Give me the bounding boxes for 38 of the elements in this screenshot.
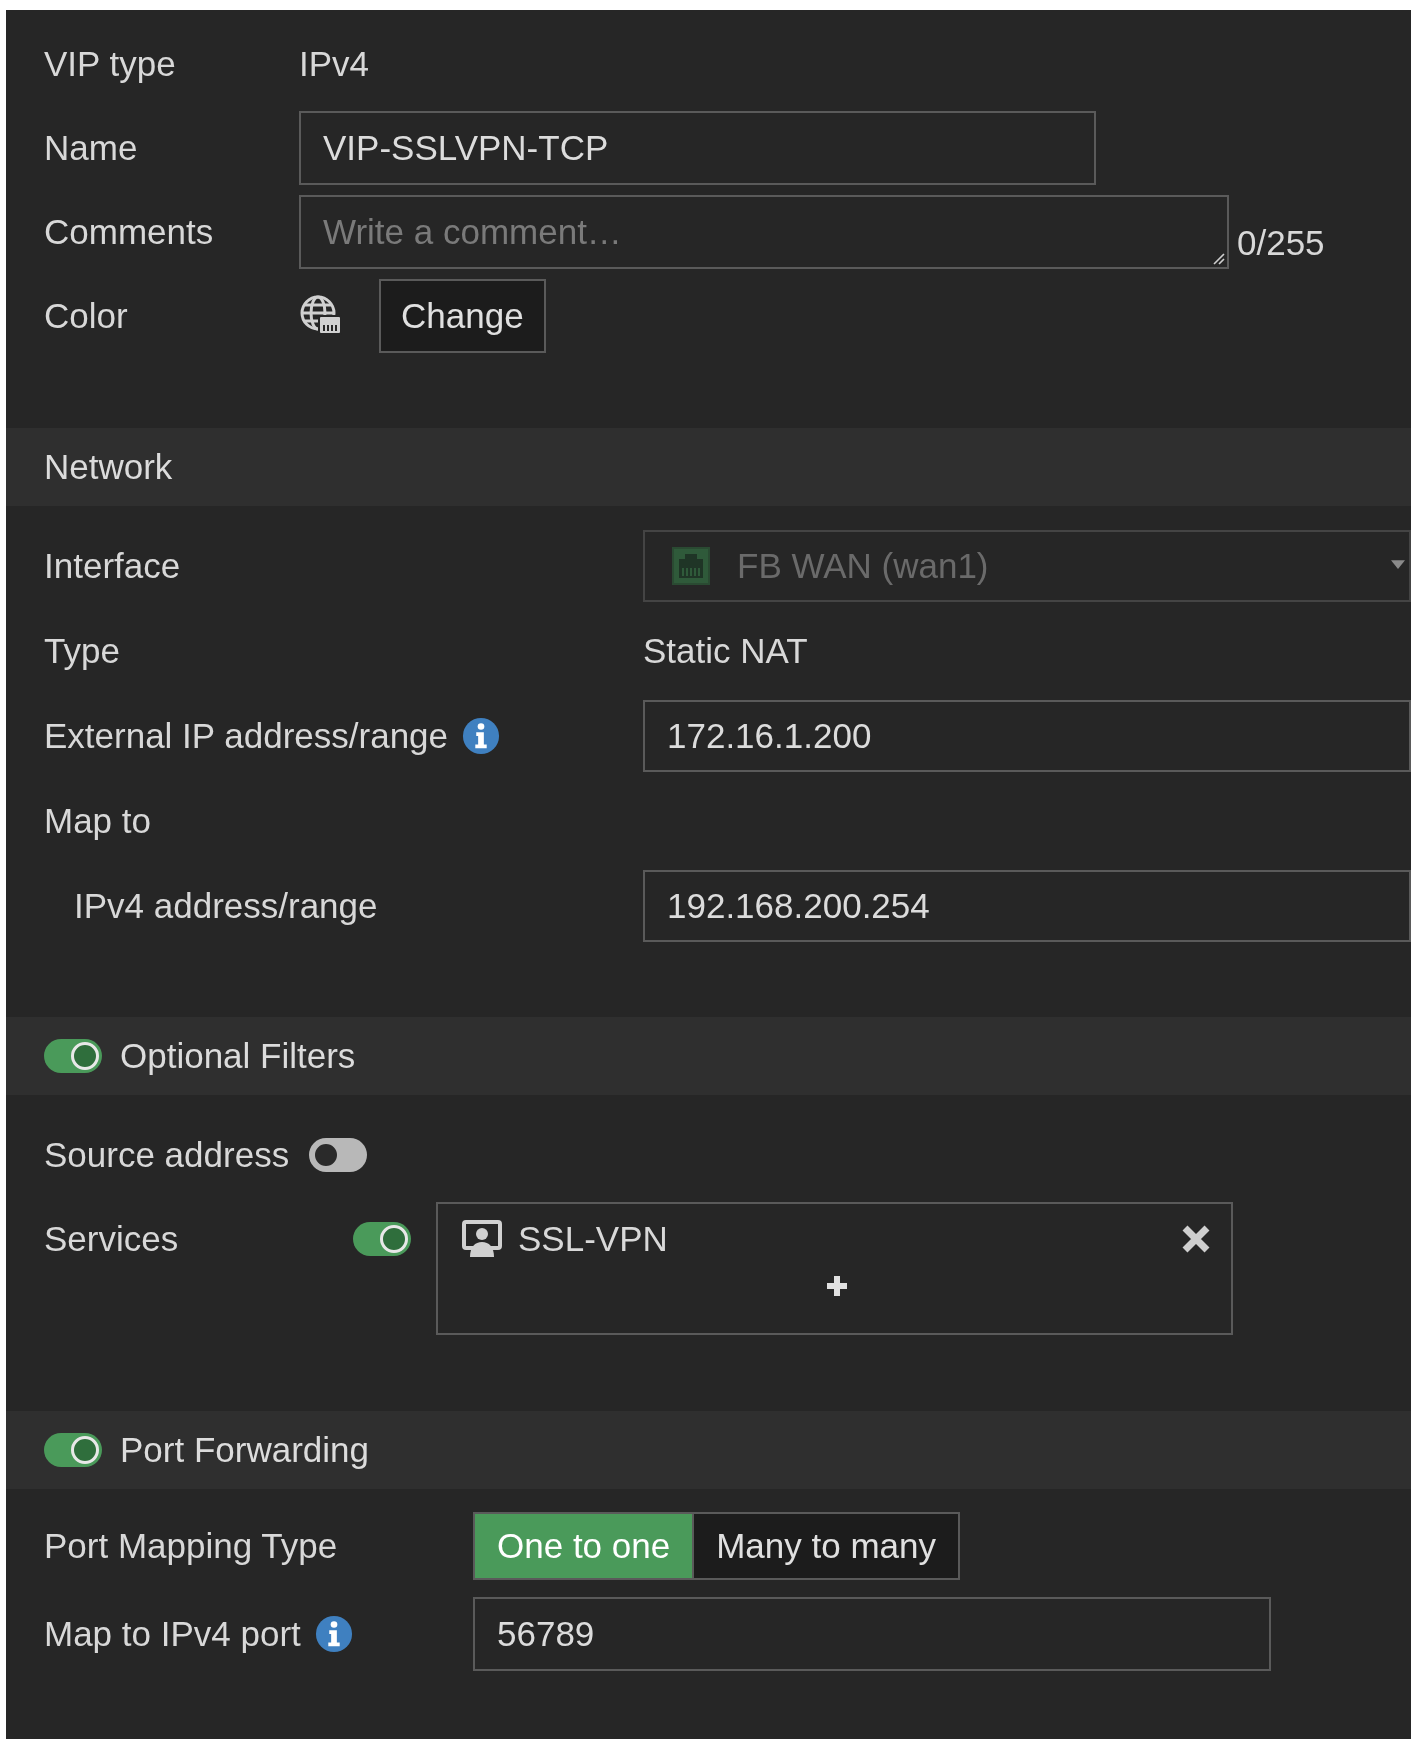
toggle-switch[interactable] — [309, 1138, 368, 1172]
character-counter: 0/255 — [1237, 221, 1325, 264]
resize-handle-icon[interactable] — [1211, 251, 1225, 265]
field-label: Color — [44, 294, 129, 337]
field-label: Port Mapping Type — [44, 1524, 339, 1567]
field-label: VIP type — [44, 42, 177, 85]
field-label: Comments — [44, 210, 215, 253]
field-label: Services — [44, 1217, 180, 1260]
close-icon[interactable] — [1181, 1224, 1211, 1254]
field-value: Static NAT — [643, 629, 808, 672]
port-field[interactable]: 56789 — [473, 1597, 1271, 1671]
field-label: Type — [44, 629, 121, 672]
comment-field[interactable]: Write a comment… — [299, 195, 1229, 269]
segment-button[interactable]: Many to many — [692, 1514, 958, 1578]
ipv4-range-field[interactable]: 192.168.200.254 — [643, 870, 1411, 942]
field-label: External IP address/range — [44, 714, 449, 757]
section-title: Optional Filters — [120, 1034, 356, 1077]
external-ip-field[interactable]: 172.16.1.200 — [643, 700, 1411, 772]
monitor-user-icon — [462, 1219, 502, 1259]
field-label: Name — [44, 126, 139, 169]
field-label: Source address — [44, 1133, 290, 1176]
toggle-switch[interactable] — [44, 1433, 102, 1467]
section-title: Network — [44, 445, 173, 488]
field-label: IPv4 address/range — [73, 884, 379, 927]
field-label: Map to — [44, 799, 152, 842]
ethernet-port-icon — [671, 546, 711, 586]
field-label: Interface — [44, 544, 182, 587]
field-value: IPv4 — [299, 42, 370, 85]
toggle-switch[interactable] — [353, 1222, 411, 1256]
section-title: Port Forwarding — [120, 1428, 369, 1471]
field-label: Map to IPv4 port — [44, 1612, 301, 1655]
change-button[interactable]: Change — [379, 279, 546, 353]
info-icon[interactable] — [462, 717, 501, 755]
toggle-switch[interactable] — [44, 1039, 102, 1073]
service-tag[interactable]: SSL-VPN — [518, 1212, 668, 1266]
name-field[interactable]: VIP-SSLVPN-TCP — [299, 111, 1096, 185]
plus-icon[interactable] — [824, 1274, 849, 1298]
info-icon[interactable] — [314, 1615, 353, 1653]
